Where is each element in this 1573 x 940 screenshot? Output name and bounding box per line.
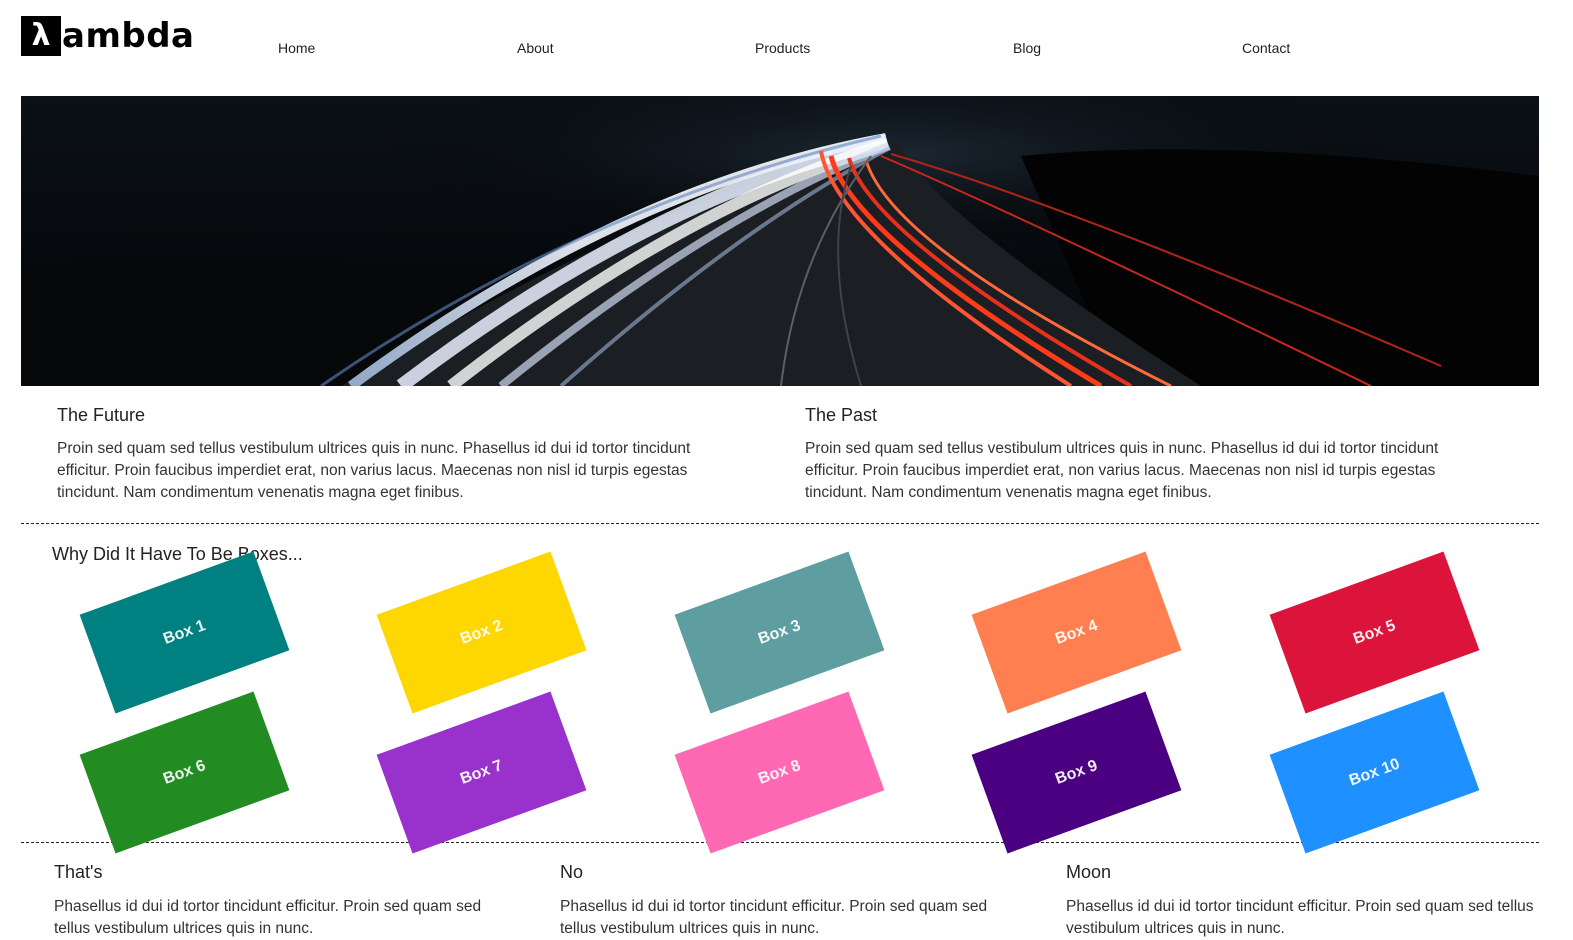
box-1-label: Box 1 [160,616,208,648]
boxes-section-title: Why Did It Have To Be Boxes... [52,544,303,564]
bottom-text-2: Phasellus id dui id tortor tincidunt eff… [560,898,988,937]
bottom-title-3: Moon [1066,862,1112,882]
box-5-label: Box 5 [1350,616,1398,648]
future-title: The Future [57,405,146,425]
box-8: Box 8 [674,691,885,854]
hero-light-trails [21,96,1539,386]
future-text: Proin sed quam sed tellus vestibulum ult… [57,440,691,501]
box-3: Box 3 [674,551,885,714]
nav-products[interactable]: Products [755,40,810,56]
box-10: Box 10 [1269,691,1480,854]
bottom-title-1: That's [54,862,103,882]
bottom-title-2: No [560,862,584,882]
box-1: Box 1 [79,551,290,714]
box-7: Box 7 [376,691,587,854]
box-5: Box 5 [1269,551,1480,714]
bottom-text-1: Phasellus id dui id tortor tincidunt eff… [54,898,482,937]
bottom-text-3: Phasellus id dui id tortor tincidunt eff… [1066,898,1534,937]
box-4-label: Box 4 [1052,616,1100,648]
box-9-label: Box 9 [1052,756,1100,788]
box-2: Box 2 [376,551,587,714]
box-8-label: Box 8 [755,756,803,788]
nav-blog[interactable]: Blog [1013,40,1041,56]
box-6: Box 6 [79,691,290,854]
past-title: The Past [805,405,878,425]
box-2-label: Box 2 [457,616,505,648]
box-6-label: Box 6 [160,756,208,788]
nav-contact[interactable]: Contact [1242,40,1290,56]
nav-home[interactable]: Home [278,40,315,56]
box-9: Box 9 [971,691,1182,854]
hero-image [21,96,1539,386]
box-7-label: Box 7 [457,756,505,788]
past-text: Proin sed quam sed tellus vestibulum ult… [805,440,1439,501]
logo-mark: λ [21,16,61,56]
box-3-label: Box 3 [755,616,803,648]
logo[interactable]: λ ambda [21,16,195,56]
logo-text: ambda [62,16,195,56]
divider-top [21,523,1539,524]
nav-about[interactable]: About [517,40,554,56]
box-10-label: Box 10 [1346,755,1402,789]
box-4: Box 4 [971,551,1182,714]
